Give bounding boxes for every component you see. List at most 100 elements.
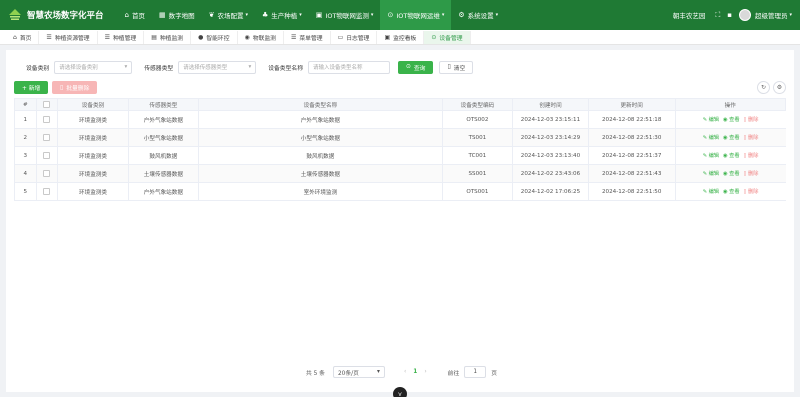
table-row: 3 环境监测类 鼓风机数据 鼓风机数据 TC001 2024-12-03 23:13:40… [14, 146, 786, 165]
nav-item-label: 生产种植 [271, 12, 298, 20]
column-header: 设备类型编码 [441, 98, 514, 111]
cell-code: OTS001 [441, 182, 513, 201]
row-checkbox[interactable] [43, 152, 51, 159]
nav-item-5[interactable]: ⊙ IOT物联网运维 ▾ [380, 0, 452, 30]
home-icon: ⌂ [124, 11, 129, 19]
column-header: # [14, 98, 37, 111]
trash-icon: ▯ [60, 84, 64, 91]
prev-page-icon[interactable]: ‹ [404, 369, 406, 375]
tab-5[interactable]: ◉ 物联监测 [238, 31, 284, 44]
tab-1[interactable]: ☰ 种植资源管理 [39, 31, 98, 44]
cell-sensor: 土壤传感器数据 [127, 164, 199, 183]
edit-link[interactable]: ✎ 编辑 [703, 153, 719, 159]
refresh-icon[interactable]: ↻ [757, 81, 770, 94]
delete-link[interactable]: ▯ 删除 [744, 135, 759, 141]
column-header: 更新时间 [587, 98, 676, 111]
nav-item-0[interactable]: ⌂ 首页 [118, 0, 152, 30]
delete-label: 删除 [748, 153, 759, 159]
row-checkbox-cell [35, 128, 58, 147]
row-checkbox[interactable] [43, 116, 51, 123]
settings-icon: ⊙ [387, 11, 394, 19]
tab-label: 智能环控 [206, 36, 230, 42]
select-all-checkbox[interactable] [43, 101, 51, 108]
chart-icon: ▤ [151, 34, 157, 41]
sprout-icon: ♣ [261, 11, 269, 19]
column-header: 设备类型名称 [198, 98, 443, 111]
chevron-down-icon[interactable]: ▾ [789, 12, 792, 18]
camera-icon: ◉ [244, 34, 250, 41]
type-name-input[interactable]: 请输入设备类型名称 [308, 60, 390, 74]
tab-4[interactable]: ● 智能环控 [191, 31, 238, 44]
nav-item-3[interactable]: ♣ 生产种植 ▾ [255, 0, 309, 30]
view-link[interactable]: ◉ 查看 [723, 171, 740, 177]
tab-7[interactable]: ▭ 日志管理 [331, 31, 378, 44]
current-page[interactable]: 1 [413, 369, 417, 375]
cell-name: 小型气象站数据 [198, 128, 443, 147]
tab-label: 首页 [19, 36, 32, 42]
tab-6[interactable]: ☰ 菜单管理 [284, 31, 331, 44]
tab-8[interactable]: ▣ 监控看板 [377, 31, 425, 44]
edit-link[interactable]: ✎ 编辑 [703, 117, 719, 123]
query-label: 查询 [413, 65, 426, 72]
goto-page-input[interactable]: 1 [464, 366, 487, 378]
dot-icon: ● [198, 34, 204, 41]
query-button[interactable]: ⊙ 查询 [398, 60, 434, 74]
cell-name: 户外气象站数据 [198, 110, 443, 129]
tab-9[interactable]: ⊙ 设备管理 [424, 31, 471, 44]
device-category-select[interactable]: 请选择设备类别 ▾ [54, 60, 133, 74]
cell-updated: 2024-12-08 22:51:37 [587, 146, 675, 165]
sensor-type-select[interactable]: 请选择传感器类型 ▾ [178, 60, 257, 74]
delete-link[interactable]: ▯ 删除 [744, 189, 759, 195]
delete-link[interactable]: ▯ 删除 [744, 171, 759, 177]
nav-item-2[interactable]: ❦ 农场配置 ▾ [202, 0, 255, 30]
nav-item-label: 数字地图 [168, 12, 195, 20]
row-checkbox[interactable] [43, 188, 51, 195]
edit-link[interactable]: ✎ 编辑 [703, 135, 719, 141]
add-button[interactable]: + 新增 [14, 81, 49, 94]
next-page-icon[interactable]: › [424, 369, 426, 375]
username[interactable]: 超级管理员 [755, 10, 788, 20]
sensor-type-placeholder: 请选择传感器类型 [183, 65, 228, 71]
cell-name: 土壤传感器数据 [198, 164, 443, 183]
goto-label: 前往 [447, 370, 460, 377]
gear-icon: ⚙ [458, 11, 465, 19]
reset-button[interactable]: ▯ 清空 [439, 60, 474, 74]
fullscreen-icon[interactable]: ⛶ [715, 11, 720, 20]
main-nav: ⌂ 首页 ▦ 数字地图 ❦ 农场配置 ▾ ♣ 生产种植 ▾ ▣ IOT物联网监测 ▾ ⊙ IOT物联网运维 ▾… [118, 0, 506, 30]
tab-0[interactable]: ⌂ 首页 [6, 31, 40, 44]
cell-created: 2024-12-03 23:13:40 [512, 146, 589, 165]
settings-icon[interactable]: ⚙ [773, 81, 786, 94]
reset-label: 清空 [453, 65, 466, 72]
row-checkbox[interactable] [43, 134, 51, 141]
tab-3[interactable]: ▤ 种植监测 [144, 31, 192, 44]
view-link[interactable]: ◉ 查看 [723, 117, 740, 123]
farm-selector[interactable]: 朝丰农艺园 [673, 10, 706, 20]
batch-delete-button[interactable]: ▯ 批量删除 [52, 81, 98, 94]
collapse-toggle-icon[interactable]: ⋎ [393, 387, 407, 397]
edit-link[interactable]: ✎ 编辑 [703, 171, 719, 177]
table-toolbar: + 新增 ▯ 批量删除 ↻ ⚙ [14, 81, 786, 95]
page-size-select[interactable]: 20条/页 ▾ [332, 366, 385, 378]
nav-item-4[interactable]: ▣ IOT物联网监测 ▾ [309, 0, 381, 30]
edit-link[interactable]: ✎ 编辑 [703, 189, 719, 195]
delete-link[interactable]: ▯ 删除 [744, 117, 759, 123]
nav-item-6[interactable]: ⚙ 系统设置 ▾ [451, 0, 505, 30]
tab-2[interactable]: ☰ 种植管理 [98, 31, 145, 44]
delete-link[interactable]: ▯ 删除 [744, 153, 759, 159]
view-link[interactable]: ◉ 查看 [723, 153, 740, 159]
tab-label: 物联监测 [252, 36, 276, 42]
filter-bar: 设备类别 请选择设备类别 ▾ 传感器类型 请选择传感器类型 ▾ 设备类型名称 请… [6, 60, 474, 74]
nav-item-1[interactable]: ▦ 数字地图 [152, 0, 202, 30]
cell-created: 2024-12-03 23:15:11 [512, 110, 589, 129]
cell-created: 2024-12-03 23:14:29 [512, 128, 589, 147]
row-checkbox-cell [35, 164, 58, 183]
chevron-down-icon: ▾ [245, 12, 248, 18]
row-checkbox[interactable] [43, 170, 51, 177]
row-checkbox-cell [35, 110, 58, 129]
table-row: 5 环境监测类 户外气象站数据 室外环境监测 OTS001 2024-12-02 17:0… [14, 182, 786, 201]
view-link[interactable]: ◉ 查看 [723, 135, 740, 141]
view-link[interactable]: ◉ 查看 [723, 189, 740, 195]
cell-code: OTS002 [441, 110, 513, 129]
avatar[interactable] [738, 9, 751, 21]
lock-icon[interactable]: ▪ [727, 11, 732, 19]
